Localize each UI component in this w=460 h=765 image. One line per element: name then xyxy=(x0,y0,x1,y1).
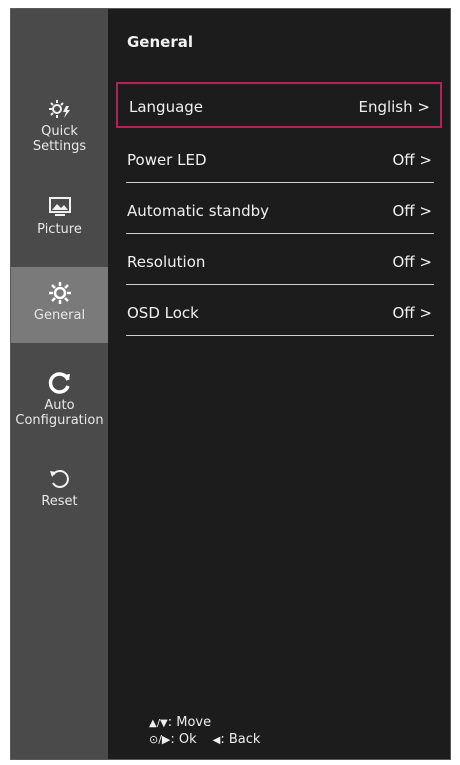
row-value: Off > xyxy=(392,202,432,220)
general-gear-icon xyxy=(48,282,71,304)
picture-icon xyxy=(48,197,71,216)
sidebar: Quick Settings Picture General Auto Conf… xyxy=(11,9,108,759)
ok-button-icon: ⊙/▶ xyxy=(149,733,171,746)
row-divider xyxy=(126,182,434,183)
sidebar-item-label: Reset xyxy=(41,494,78,509)
sidebar-item-quick-settings[interactable]: Quick Settings xyxy=(11,91,108,161)
ok-back-hint: ⊙/▶: Ok ◀: Back xyxy=(149,732,261,747)
row-label: Power LED xyxy=(127,151,207,169)
menu-row-osd-lock[interactable]: OSD Lock Off > xyxy=(116,290,442,336)
sidebar-item-label: Auto xyxy=(44,398,75,413)
chevron-right-icon: > xyxy=(419,253,432,271)
sidebar-item-reset[interactable]: Reset xyxy=(11,463,108,519)
reset-icon xyxy=(49,470,69,488)
page-title: General xyxy=(127,33,193,51)
row-label: OSD Lock xyxy=(127,304,199,322)
sidebar-item-label: General xyxy=(33,308,86,323)
row-value: Off > xyxy=(392,304,432,322)
sidebar-item-auto-configuration[interactable]: Auto Configuration xyxy=(11,367,108,439)
move-hint: ▲/▼: Move xyxy=(149,715,212,730)
sidebar-item-picture[interactable]: Picture xyxy=(11,191,108,251)
auto-configuration-icon xyxy=(48,372,70,394)
menu-row-resolution[interactable]: Resolution Off > xyxy=(116,239,442,285)
row-value: English > xyxy=(358,98,430,116)
osd-window: Quick Settings Picture General Auto Conf… xyxy=(10,8,451,760)
chevron-right-icon: > xyxy=(419,202,432,220)
menu-row-automatic-standby[interactable]: Automatic standby Off > xyxy=(116,188,442,234)
row-value: Off > xyxy=(392,253,432,271)
row-divider xyxy=(126,233,434,234)
menu-row-language[interactable]: Language English > xyxy=(116,82,442,128)
up-down-arrow-icon: ▲/▼ xyxy=(149,718,168,729)
main-panel: General Language English > Power LED Off… xyxy=(108,9,450,759)
chevron-right-icon: > xyxy=(417,98,430,116)
key-hint-footer: ▲/▼: Move ⊙/▶: Ok ◀: Back xyxy=(149,715,260,749)
sidebar-item-label: Quick xyxy=(41,124,78,139)
menu-row-power-led[interactable]: Power LED Off > xyxy=(116,137,442,183)
chevron-right-icon: > xyxy=(419,304,432,322)
row-label: Language xyxy=(129,98,204,116)
row-divider xyxy=(126,284,434,285)
row-label: Resolution xyxy=(127,253,206,271)
chevron-right-icon: > xyxy=(419,151,432,169)
sidebar-item-label: Settings xyxy=(32,139,87,154)
row-label: Automatic standby xyxy=(127,202,270,220)
sidebar-item-label: Configuration xyxy=(15,413,104,428)
quick-settings-icon xyxy=(48,100,70,118)
row-divider xyxy=(126,335,434,336)
row-value: Off > xyxy=(392,151,432,169)
sidebar-item-general[interactable]: General xyxy=(11,267,108,343)
sidebar-item-label: Picture xyxy=(37,222,82,237)
